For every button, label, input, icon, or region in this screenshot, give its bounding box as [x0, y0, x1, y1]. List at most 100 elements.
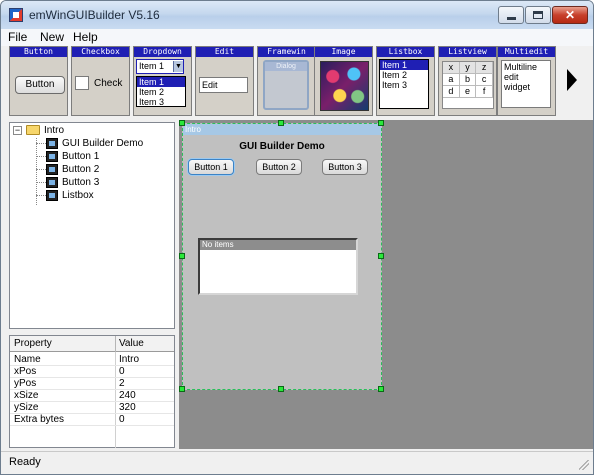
widget-framewin[interactable]: Framewin Dialog	[257, 46, 316, 116]
close-button[interactable]: ✕	[552, 6, 588, 24]
tree-item[interactable]: Button 2	[36, 163, 166, 176]
window-title: emWinGUIBuilder V5.16	[29, 8, 160, 22]
list-item: Item 2	[382, 70, 408, 80]
sample-button: Button	[15, 76, 65, 94]
sample-multiedit: Multiline edit widget	[501, 60, 551, 108]
app-window: emWinGUIBuilder V5.16 ✕ File New Help Bu…	[0, 0, 594, 475]
resize-handle[interactable]	[378, 253, 384, 259]
maximize-button[interactable]	[525, 6, 551, 24]
property-value[interactable]: 240	[119, 390, 136, 401]
list-item: Item 1	[380, 60, 428, 70]
property-table: Property Value Name Intro xPos 0 yPos 2 …	[9, 335, 175, 448]
dialog-button-2[interactable]: Button 2	[256, 159, 302, 175]
widget-header: Framewin	[258, 47, 315, 57]
listview-cell: d	[443, 86, 460, 98]
listbox-placeholder: No items	[200, 240, 356, 250]
property-row[interactable]: Name Intro	[10, 354, 174, 366]
sample-listview: x y z a b c d e f	[442, 61, 494, 109]
widget-icon	[46, 190, 58, 201]
property-name: Extra bytes	[14, 414, 65, 425]
widget-dropdown[interactable]: Dropdown Item 1 ▼ Item 1 Item 2 Item 3	[133, 46, 192, 116]
column-header-property: Property	[14, 338, 52, 349]
resize-handle[interactable]	[278, 386, 284, 392]
widget-icon	[46, 138, 58, 149]
widget-header: Listbox	[377, 47, 434, 57]
menu-new[interactable]: New	[40, 30, 64, 44]
tree-root-label: Intro	[44, 125, 65, 136]
collapse-icon[interactable]: −	[13, 126, 22, 135]
menu-help[interactable]: Help	[73, 30, 98, 44]
dialog-heading[interactable]: GUI Builder Demo	[183, 141, 381, 152]
tree-item-label: Button 1	[62, 151, 100, 162]
sample-edit: Edit	[199, 77, 248, 93]
list-item: Item 2	[139, 87, 165, 97]
property-value[interactable]: 0	[119, 366, 125, 377]
resize-handle[interactable]	[179, 386, 185, 392]
dialog-listbox[interactable]: No items	[198, 238, 358, 295]
dialog-button-1[interactable]: Button 1	[188, 159, 234, 175]
property-table-header: Property Value	[10, 336, 174, 352]
multiedit-line: Multiline	[504, 62, 538, 72]
property-value[interactable]: Intro	[119, 354, 139, 365]
widget-image[interactable]: Image	[314, 46, 373, 116]
tree-item[interactable]: Button 3	[36, 176, 166, 189]
resize-handle[interactable]	[179, 120, 185, 126]
widget-header: Button	[10, 47, 67, 57]
dialog-preview[interactable]: Intro GUI Builder Demo Button 1 Button 2…	[182, 123, 382, 390]
property-row[interactable]: yPos 2	[10, 378, 174, 390]
tree-item[interactable]: Button 1	[36, 150, 166, 163]
app-icon	[9, 8, 23, 22]
property-row[interactable]: ySize 320	[10, 402, 174, 414]
widget-icon	[46, 164, 58, 175]
minimize-button[interactable]	[498, 6, 524, 24]
minimize-icon	[506, 16, 516, 20]
widget-checkbox[interactable]: Checkbox Check	[71, 46, 130, 116]
property-name: Name	[14, 354, 41, 365]
title-bar[interactable]: emWinGUIBuilder V5.16 ✕	[1, 1, 593, 29]
resize-grip-icon[interactable]	[579, 460, 589, 470]
dropdown-selected: Item 1	[139, 61, 165, 71]
listview-cell: f	[476, 86, 493, 98]
resize-handle[interactable]	[378, 386, 384, 392]
sample-framewin: Dialog	[263, 60, 309, 110]
tree-item[interactable]: GUI Builder Demo	[36, 137, 166, 150]
scroll-right-arrow-icon[interactable]	[567, 69, 577, 91]
menu-bar: File New Help	[1, 29, 593, 46]
widget-icon	[46, 151, 58, 162]
resize-handle[interactable]	[278, 120, 284, 126]
resize-handle[interactable]	[179, 253, 185, 259]
property-name: xSize	[14, 390, 39, 401]
dialog-button-3[interactable]: Button 3	[322, 159, 368, 175]
widget-edit[interactable]: Edit Edit	[195, 46, 254, 116]
menu-file[interactable]: File	[8, 30, 27, 44]
property-row[interactable]: xSize 240	[10, 390, 174, 402]
list-item: Item 3	[382, 80, 408, 90]
sample-listbox: Item 1 Item 2 Item 3	[379, 59, 429, 109]
widget-multiedit[interactable]: Multiedit Multiline edit widget	[497, 46, 556, 116]
widget-listview[interactable]: Listview x y z a b c d e f	[438, 46, 497, 116]
folder-icon	[26, 125, 40, 135]
tree-root[interactable]: − Intro	[10, 123, 170, 136]
widget-toolbar: Button Button Checkbox Check Dropdown It…	[1, 46, 593, 120]
property-value[interactable]: 320	[119, 402, 136, 413]
sample-checkbox-label: Check	[94, 78, 123, 89]
widget-button[interactable]: Button Button	[9, 46, 68, 116]
design-canvas[interactable]: Intro GUI Builder Demo Button 1 Button 2…	[179, 120, 593, 449]
resize-handle[interactable]	[378, 120, 384, 126]
property-row[interactable]: Extra bytes 0	[10, 414, 174, 426]
list-item: Item 3	[139, 97, 165, 107]
widget-header: Multiedit	[498, 47, 555, 57]
property-value[interactable]: 2	[119, 378, 125, 389]
widget-tree[interactable]: − Intro GUI Builder Demo Button 1 Button…	[9, 122, 175, 329]
listview-cell: c	[476, 74, 493, 86]
tree-item[interactable]: Listbox	[36, 189, 166, 202]
column-header-value: Value	[119, 338, 144, 349]
widget-listbox[interactable]: Listbox Item 1 Item 2 Item 3	[376, 46, 435, 116]
listview-column-header: z	[476, 62, 493, 74]
property-value[interactable]: 0	[119, 414, 125, 425]
property-row[interactable]: xPos 0	[10, 366, 174, 378]
property-name: yPos	[14, 378, 37, 389]
property-name: ySize	[14, 402, 39, 413]
widget-header: Edit	[196, 47, 253, 57]
frame-title: Dialog	[265, 62, 307, 71]
